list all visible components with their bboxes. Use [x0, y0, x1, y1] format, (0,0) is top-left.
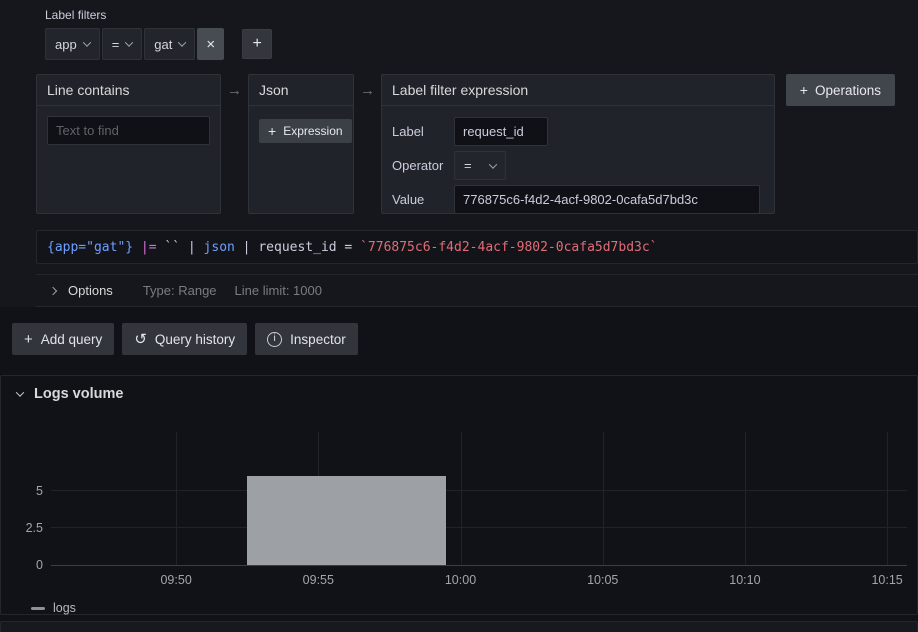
- query-preview: {app="gat"} |= `` | json | request_id = …: [36, 230, 918, 264]
- logs-volume-header[interactable]: Logs volume: [1, 376, 917, 408]
- query-editor: Label filters app = gat × + Lin: [0, 0, 918, 307]
- info-icon: i: [267, 332, 282, 347]
- card-title: Line contains: [37, 75, 220, 106]
- vertical-gridline: [461, 432, 462, 565]
- logs-volume-chart: 02.55 09:50 09:55 10:00 10:05 10:10 10:15 log…: [51, 432, 907, 615]
- x-tick-label: 10:10: [729, 573, 760, 587]
- query-preview-text: {app="gat"} |= `` | json | request_id = …: [47, 240, 658, 255]
- chevron-down-icon: [489, 160, 497, 168]
- x-tick-label: 10:00: [445, 573, 476, 587]
- options-type: Type: Range: [143, 283, 217, 298]
- label-filters-label: Label filters: [45, 8, 918, 22]
- vertical-gridline: [603, 432, 604, 565]
- logs-volume-bar: [247, 476, 446, 565]
- chevron-right-icon: [49, 286, 57, 294]
- operation-card-label-filter-expression: Label filter expression Label Operator =: [381, 74, 775, 214]
- options-label: Options: [68, 283, 113, 298]
- plus-icon: +: [24, 332, 33, 347]
- x-tick-label: 09:50: [160, 573, 191, 587]
- filter-label-value: app: [55, 37, 77, 52]
- label-filter-row: app = gat × +: [45, 28, 918, 60]
- card-title: Label filter expression: [382, 75, 774, 106]
- card-title: Json: [249, 75, 353, 106]
- vertical-gridline: [176, 432, 177, 565]
- text-to-find-input[interactable]: [47, 116, 210, 145]
- inspector-button[interactable]: i Inspector: [255, 323, 358, 355]
- remove-filter-button[interactable]: ×: [197, 28, 224, 60]
- add-expression-button[interactable]: + Expression: [259, 119, 352, 143]
- operator-field-label: Operator: [392, 158, 454, 173]
- operator-field-value: =: [464, 158, 472, 173]
- legend-swatch: [31, 607, 45, 610]
- options-row[interactable]: Options Type: Range Line limit: 1000: [36, 274, 918, 307]
- value-field-label: Value: [392, 192, 454, 207]
- vertical-gridline: [887, 432, 888, 565]
- horizontal-gridline: [51, 527, 907, 528]
- query-history-button[interactable]: ↺ Query history: [122, 323, 247, 355]
- y-tick-label: 0: [5, 558, 43, 572]
- next-panel-top-edge: [0, 621, 918, 632]
- explore-toolbar: + Add query ↺ Query history i Inspector: [12, 323, 918, 355]
- filter-operator-value: =: [112, 37, 120, 52]
- plus-icon: +: [252, 35, 261, 53]
- legend-label: logs: [53, 601, 76, 615]
- add-query-button[interactable]: + Add query: [12, 323, 114, 355]
- operation-card-line-contains: Line contains: [36, 74, 221, 214]
- logs-volume-panel: Logs volume 02.55 09:5009:5510:0010:0510…: [0, 375, 918, 615]
- plus-icon: +: [800, 83, 808, 97]
- x-tick-label: 09:55: [303, 573, 334, 587]
- label-field-input[interactable]: [454, 117, 548, 146]
- grafana-explore-page: Label filters app = gat × + Lin: [0, 0, 918, 632]
- y-tick-label: 2.5: [5, 521, 43, 535]
- value-field-input[interactable]: [454, 185, 760, 214]
- arrow-right-icon: →: [360, 82, 375, 99]
- filter-value-select[interactable]: gat: [144, 28, 195, 60]
- horizontal-gridline: [51, 490, 907, 491]
- x-tick-label: 10:05: [587, 573, 618, 587]
- query-history-label: Query history: [155, 332, 235, 347]
- vertical-gridline: [745, 432, 746, 565]
- filter-value-value: gat: [154, 37, 172, 52]
- filter-label-select[interactable]: app: [45, 28, 100, 60]
- chevron-down-icon: [125, 38, 133, 46]
- chevron-down-icon: [178, 38, 186, 46]
- history-icon: ↺: [134, 332, 147, 347]
- chevron-down-icon: [82, 38, 90, 46]
- panel-title: Logs volume: [34, 386, 123, 402]
- operation-card-json: Json + Expression: [248, 74, 354, 214]
- x-tick-label: 10:15: [871, 573, 902, 587]
- legend-item-logs[interactable]: logs: [31, 601, 76, 615]
- operations-button[interactable]: + Operations: [786, 74, 895, 106]
- chevron-down-icon: [16, 388, 24, 396]
- options-line-limit: Line limit: 1000: [235, 283, 322, 298]
- inspector-label: Inspector: [290, 332, 346, 347]
- chart-legend: logs: [31, 601, 907, 615]
- add-query-label: Add query: [41, 332, 103, 347]
- plus-icon: +: [268, 124, 276, 138]
- label-field-label: Label: [392, 124, 454, 139]
- operations-button-label: Operations: [815, 83, 881, 98]
- operator-field-select[interactable]: =: [454, 151, 506, 180]
- add-expression-label: Expression: [283, 124, 342, 138]
- y-tick-label: 5: [5, 484, 43, 498]
- add-filter-button[interactable]: +: [242, 29, 272, 59]
- x-axis-labels: 09:50 09:55 10:00 10:05 10:10 10:15: [51, 573, 907, 591]
- close-icon: ×: [206, 37, 215, 52]
- arrow-right-icon: →: [227, 82, 242, 99]
- filter-operator-select[interactable]: =: [102, 28, 143, 60]
- logs-volume-plot: 02.55: [51, 432, 907, 566]
- operations-row: Line contains → Json + Expression → Labe…: [36, 74, 918, 214]
